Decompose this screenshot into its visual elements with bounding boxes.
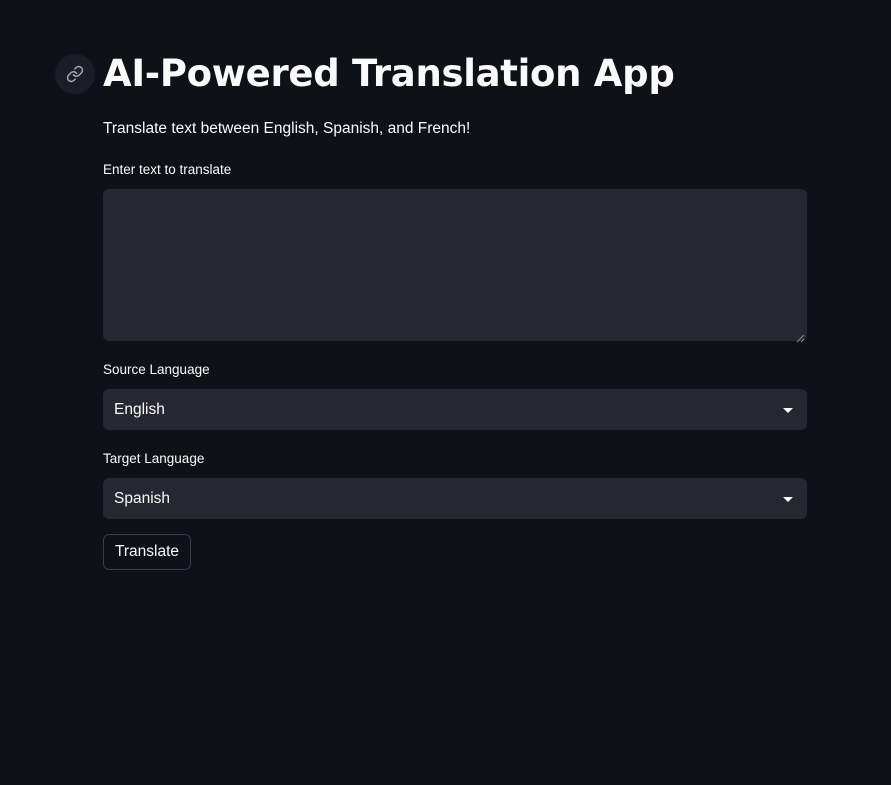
resize-grip-icon[interactable]	[796, 330, 805, 343]
text-input-label: Enter text to translate	[103, 162, 232, 177]
caret-down-icon	[783, 407, 793, 413]
page-subtitle: Translate text between English, Spanish,…	[103, 120, 471, 137]
target-language-label: Target Language	[103, 451, 205, 466]
target-language-value: Spanish	[114, 489, 171, 507]
translate-button[interactable]: Translate	[103, 534, 191, 570]
source-language-value: English	[114, 400, 165, 418]
page-title: AI-Powered Translation App	[103, 52, 675, 95]
caret-down-icon	[783, 496, 793, 502]
source-language-select[interactable]: English	[103, 389, 807, 430]
link-icon	[66, 65, 84, 83]
translate-text-input[interactable]	[103, 189, 807, 341]
heading-anchor-link[interactable]	[55, 54, 95, 94]
app-container: AI-Powered Translation App Translate tex…	[0, 0, 891, 785]
source-language-label: Source Language	[103, 362, 210, 377]
target-language-select[interactable]: Spanish	[103, 478, 807, 519]
